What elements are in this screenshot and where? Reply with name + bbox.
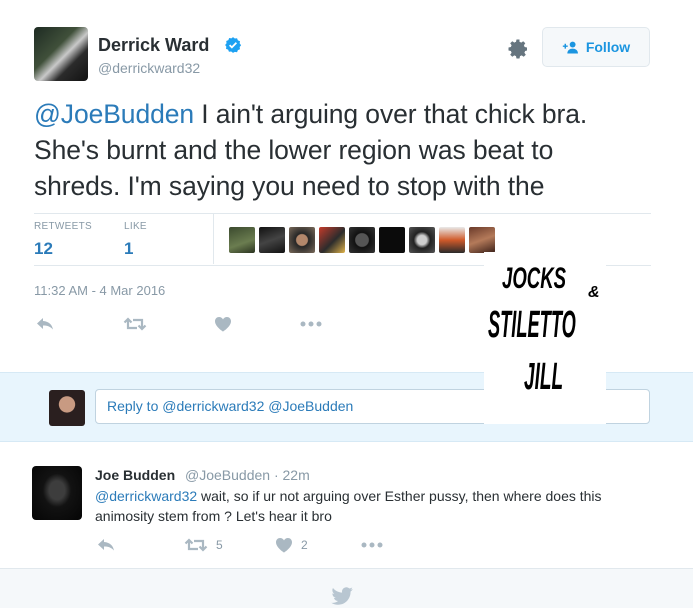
likes-stat[interactable]: LIKE 1 (124, 221, 147, 259)
reply-icon (98, 539, 114, 551)
liker-avatars (229, 227, 495, 253)
reply-icon (37, 318, 53, 330)
watermark-line1: JOCKS (502, 262, 567, 295)
likes-label: LIKE (124, 221, 147, 232)
reply-like-count: 2 (301, 538, 308, 552)
heart-icon (276, 538, 292, 553)
reply-mention-link[interactable]: @derrickward32 (95, 488, 197, 504)
watermark-line3: JILL (524, 356, 564, 398)
retweet-button[interactable] (123, 317, 147, 331)
reply-retweet-button[interactable]: 5 (184, 538, 223, 552)
reply-retweet-count: 5 (216, 538, 223, 552)
more-button[interactable] (300, 321, 322, 327)
liker-avatar[interactable] (259, 227, 285, 253)
retweets-count: 12 (34, 239, 53, 258)
likes-count: 1 (124, 239, 134, 258)
author-handle[interactable]: @derrickward32 (98, 60, 200, 76)
watermark-amp: & (588, 284, 600, 301)
like-button[interactable] (214, 316, 232, 332)
retweets-label: RETWEETS (34, 221, 92, 232)
stats-separator (213, 214, 214, 264)
gear-icon[interactable] (506, 37, 530, 61)
current-user-avatar (49, 390, 85, 426)
reply-reply-button[interactable] (97, 538, 115, 552)
twitter-bird-icon (331, 587, 353, 605)
more-icon (300, 321, 322, 327)
author-name[interactable]: Derrick Ward (98, 35, 209, 56)
liker-avatar[interactable] (319, 227, 345, 253)
tweet-mention-link[interactable]: @JoeBudden (34, 99, 194, 129)
reply-text: @derrickward32 wait, so if ur not arguin… (95, 486, 655, 526)
watermark-logo: JOCKS & STILETTO JILL (484, 252, 606, 424)
reply-like-button[interactable]: 2 (275, 537, 308, 553)
liker-avatar[interactable] (469, 227, 495, 253)
more-icon (361, 542, 383, 548)
liker-avatar[interactable] (229, 227, 255, 253)
reply-author-name[interactable]: Joe Budden (95, 467, 175, 483)
tweet-text-line2: She's burnt and the lower region was bea… (34, 135, 554, 165)
follow-button[interactable]: Follow (542, 27, 650, 67)
reply-button[interactable] (36, 317, 54, 331)
tweet-text-line1: I ain't arguing over that chick bra. (194, 99, 588, 129)
tweet-text: @JoeBudden I ain't arguing over that chi… (34, 96, 664, 204)
author-avatar[interactable] (34, 27, 88, 81)
verified-badge-icon (225, 37, 242, 53)
follow-person-icon (562, 41, 578, 54)
tweet-timestamp[interactable]: 11:32 AM - 4 Mar 2016 (34, 283, 165, 298)
retweets-stat[interactable]: RETWEETS 12 (34, 221, 92, 259)
liker-avatar[interactable] (289, 227, 315, 253)
watermark-line2: STILETTO (488, 304, 576, 346)
liker-avatar[interactable] (439, 227, 465, 253)
reply-more-button[interactable] (361, 542, 383, 548)
liker-avatar[interactable] (379, 227, 405, 253)
retweet-icon (184, 538, 208, 552)
liker-avatar[interactable] (349, 227, 375, 253)
retweet-icon (123, 317, 147, 331)
heart-icon (215, 317, 231, 332)
tweet-text-line3: shreds. I'm saying you need to stop with… (34, 171, 545, 201)
stats-top-divider (34, 213, 651, 214)
reply-author-meta[interactable]: @JoeBudden · 22m (185, 467, 310, 483)
liker-avatar[interactable] (409, 227, 435, 253)
reply-author-avatar[interactable] (32, 466, 82, 520)
follow-label: Follow (585, 39, 631, 55)
